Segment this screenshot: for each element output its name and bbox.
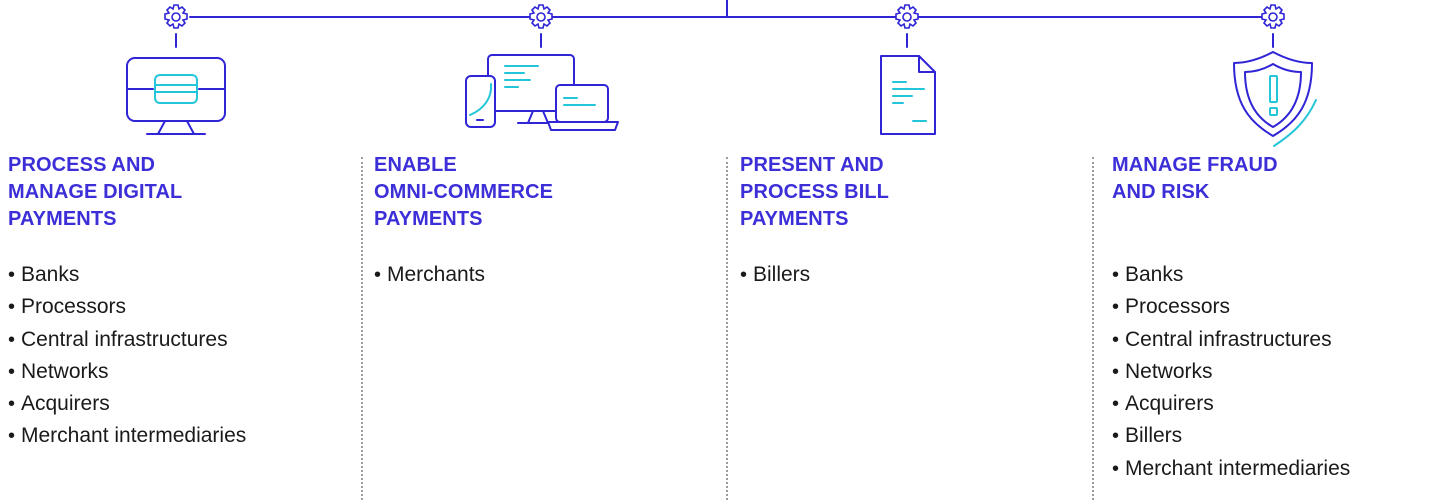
capabilities-diagram: PROCESS AND MANAGE DIGITAL PAYMENTS • Ban… — [0, 0, 1439, 500]
heading-line: PAYMENTS — [740, 208, 849, 230]
bullet-icon: • — [8, 264, 16, 286]
heading-line: PROCESS BILL — [740, 181, 889, 203]
column-heading: PROCESS AND MANAGE DIGITAL PAYMENTS — [8, 152, 308, 233]
bullet-icon: • — [8, 360, 16, 383]
heading-line: OMNI-COMMERCE — [374, 181, 554, 203]
bullet-icon: • — [740, 264, 748, 286]
bullet-icon: • — [8, 328, 16, 351]
list-item: • Central infrastructures — [1112, 324, 1350, 356]
heading-line: PRESENT AND — [740, 154, 884, 176]
heading-line: PAYMENTS — [8, 208, 117, 230]
list-item: • Merchants — [374, 259, 485, 291]
heading-line: MANAGE FRAUD — [1112, 154, 1278, 176]
list-item: • Merchant intermediaries — [8, 420, 246, 452]
heading-line: PAYMENTS — [374, 208, 483, 230]
bullet-icon: • — [1112, 457, 1120, 480]
list-item: • Billers — [740, 259, 810, 291]
bullet-icon: • — [1112, 264, 1120, 286]
list-item: • Banks — [8, 259, 246, 291]
list-item: • Central infrastructures — [8, 324, 246, 356]
bullet-icon: • — [1112, 328, 1120, 351]
list-item: • Networks — [8, 356, 246, 388]
capability-column-2: ENABLE OMNI-COMMERCE PAYMENTS • Merchants — [374, 0, 714, 500]
list-item: • Acquirers — [1112, 388, 1350, 420]
audience-list: • Merchants — [374, 259, 485, 291]
heading-line: MANAGE DIGITAL — [8, 181, 183, 203]
heading-line: PROCESS AND — [8, 154, 156, 176]
capability-column-4: MANAGE FRAUD AND RISK • Banks • Processors… — [1112, 0, 1439, 500]
heading-line: AND RISK — [1112, 181, 1210, 203]
list-item: • Acquirers — [8, 388, 246, 420]
bullet-icon: • — [8, 393, 16, 416]
bullet-icon: • — [374, 264, 382, 286]
audience-list: • Billers — [740, 259, 810, 291]
column-heading: MANAGE FRAUD AND RISK — [1112, 152, 1412, 206]
column-divider — [361, 157, 363, 500]
audience-list: • Banks • Processors • Central infrastructu… — [8, 259, 246, 453]
bullet-icon: • — [1112, 393, 1120, 416]
heading-line: ENABLE — [374, 154, 457, 176]
column-divider — [1092, 157, 1094, 500]
list-item: • Banks — [1112, 259, 1350, 291]
list-item: • Billers — [1112, 420, 1350, 452]
list-item: • Merchant intermediaries — [1112, 453, 1350, 485]
bullet-icon: • — [8, 296, 16, 319]
capability-column-3: PRESENT AND PROCESS BILL PAYMENTS • Bille… — [740, 0, 1080, 500]
list-item: • Processors — [8, 291, 246, 323]
list-item: • Networks — [1112, 356, 1350, 388]
bullet-icon: • — [1112, 425, 1120, 448]
bullet-icon: • — [1112, 360, 1120, 383]
column-heading: ENABLE OMNI-COMMERCE PAYMENTS — [374, 152, 674, 233]
capability-column-1: PROCESS AND MANAGE DIGITAL PAYMENTS • Ban… — [8, 0, 348, 500]
bullet-icon: • — [1112, 296, 1120, 319]
bullet-icon: • — [8, 425, 16, 448]
list-item: • Processors — [1112, 291, 1350, 323]
column-heading: PRESENT AND PROCESS BILL PAYMENTS — [740, 152, 1040, 233]
audience-list: • Banks • Processors • Central infrastructu… — [1112, 259, 1350, 485]
column-divider — [726, 157, 728, 500]
